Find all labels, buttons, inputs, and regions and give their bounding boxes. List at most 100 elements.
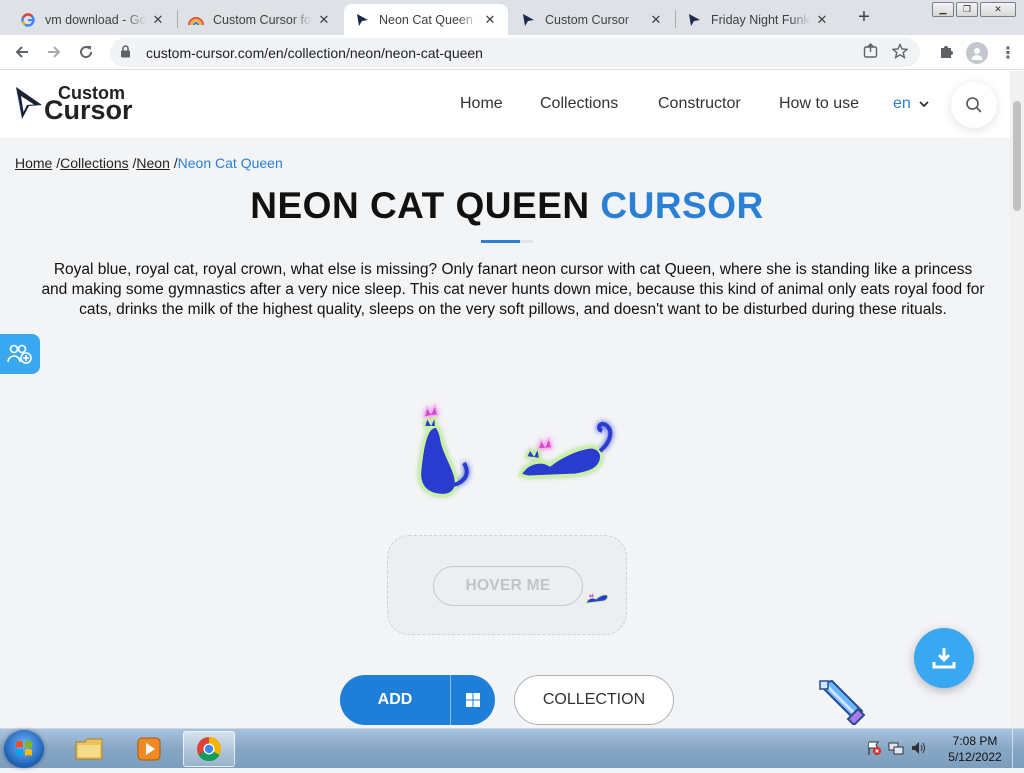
tab-title: Custom Cursor for [213, 12, 312, 27]
nav-collections-link[interactable]: Collections [540, 95, 618, 113]
download-button[interactable] [914, 628, 974, 688]
custom-cursor-rainbow-icon [188, 12, 204, 28]
start-button[interactable] [4, 730, 44, 768]
back-arrow-icon [15, 46, 28, 58]
breadcrumb: Home /Collections /Neon /Neon Cat Queen [15, 155, 283, 171]
breadcrumb-home-link[interactable]: Home [15, 155, 52, 171]
language-label: en [893, 95, 911, 112]
close-icon[interactable]: ✕ [814, 12, 830, 28]
scrollbar-thumb[interactable] [1013, 101, 1021, 211]
collection-button[interactable]: COLLECTION [514, 675, 674, 725]
title-underline [481, 240, 533, 243]
taskbar-clock[interactable]: 7:08 PM 5/12/2022 [940, 733, 1010, 765]
custom-cursor-arrow-icon [354, 12, 370, 28]
reload-icon [80, 46, 93, 59]
window-controls: ▁ ❐ ✕ [932, 2, 1016, 17]
tab-title: Neon Cat Queen c [379, 12, 478, 27]
taskbar-media-player[interactable] [123, 731, 175, 767]
custom-cursor-arrow-icon [686, 12, 702, 28]
taskbar-chrome[interactable] [183, 731, 235, 767]
forward-button[interactable] [38, 37, 70, 67]
page-title-main: NEON CAT QUEEN [250, 185, 590, 226]
close-icon[interactable]: ✕ [648, 12, 664, 28]
search-icon [966, 97, 982, 113]
chevron-down-icon [919, 101, 929, 108]
new-tab-button[interactable]: + [852, 6, 876, 30]
page-title: NEON CAT QUEEN CURSOR [0, 185, 1010, 227]
tab-custom-cursor[interactable]: Custom Cursor ✕ [510, 4, 674, 35]
nav-constructor-link[interactable]: Constructor [658, 95, 741, 113]
logo-arrow-icon [16, 87, 42, 119]
windows-taskbar: 7:08 PM 5/12/2022 [0, 728, 1024, 769]
users-add-icon [7, 344, 32, 364]
url-text: custom-cursor.com/en/collection/neon/neo… [146, 44, 483, 61]
breadcrumb-current: Neon Cat Queen [177, 155, 283, 171]
clock-date: 5/12/2022 [948, 750, 1002, 764]
page-scrollbar[interactable] [1010, 71, 1024, 728]
pixel-sword-cursor-icon [818, 679, 868, 728]
tab-title: vm download - Goo [45, 12, 146, 27]
close-icon[interactable]: ✕ [316, 12, 332, 28]
extensions-puzzle-icon[interactable] [938, 43, 954, 63]
address-bar[interactable]: custom-cursor.com/en/collection/neon/neo… [110, 38, 920, 67]
bookmark-star-icon[interactable] [891, 42, 909, 63]
site-header: Custom Cursor Home Collections Construct… [0, 71, 1010, 138]
back-button[interactable] [6, 37, 38, 67]
reload-button[interactable] [70, 37, 102, 67]
action-center-flag-icon[interactable] [866, 740, 882, 759]
close-icon[interactable]: ✕ [482, 12, 498, 28]
breadcrumb-neon-link[interactable]: Neon [136, 155, 169, 171]
share-icon[interactable] [863, 43, 878, 62]
folder-icon [75, 738, 103, 760]
profile-avatar[interactable] [966, 41, 988, 64]
close-icon[interactable]: ✕ [150, 12, 166, 28]
site-logo[interactable]: Custom Cursor [14, 83, 136, 125]
menu-kebab-icon[interactable]: ⋮ [1000, 43, 1016, 63]
clock-time: 7:08 PM [952, 734, 998, 748]
windows-start-logo-icon [16, 741, 32, 756]
close-window-button[interactable]: ✕ [980, 2, 1016, 17]
windows-logo-icon [466, 693, 480, 707]
breadcrumb-collections-link[interactable]: Collections [60, 155, 128, 171]
show-desktop-button[interactable] [1012, 729, 1024, 769]
restore-button[interactable]: ❐ [956, 2, 978, 17]
media-player-icon [137, 737, 161, 761]
logo-text-bottom: Cursor [44, 95, 133, 125]
network-icon[interactable] [888, 740, 904, 759]
minimize-button[interactable]: ▁ [932, 2, 954, 17]
tab-neon-cat-queen[interactable]: Neon Cat Queen c ✕ [344, 4, 508, 35]
tab-strip: vm download - Goo ✕ Custom Cursor for ✕ … [0, 0, 1024, 35]
chrome-icon [197, 737, 222, 762]
lock-icon [120, 44, 134, 61]
tab-title: Friday Night Funkin [711, 12, 810, 27]
system-tray [866, 729, 926, 769]
hover-me-button[interactable]: HOVER ME [433, 566, 583, 606]
cursor-preview-images [400, 391, 640, 516]
side-community-button[interactable] [0, 334, 40, 374]
tab-friday-night-funkin[interactable]: Friday Night Funkin ✕ [676, 4, 840, 35]
nav-how-to-use-link[interactable]: How to use [779, 95, 859, 113]
tab-vm-download[interactable]: vm download - Goo ✕ [10, 4, 176, 35]
language-selector[interactable]: en [893, 95, 929, 113]
person-icon [971, 47, 983, 60]
volume-icon[interactable] [910, 740, 926, 759]
page-title-accent: CURSOR [600, 185, 764, 226]
neon-cat-queen-cursor-image [418, 402, 613, 497]
page-content: Custom Cursor Home Collections Construct… [0, 71, 1010, 728]
cursor-description: Royal blue, royal cat, royal crown, what… [41, 261, 985, 318]
forward-arrow-icon [48, 46, 61, 58]
mini-cat-cursor-icon [585, 593, 609, 604]
google-icon [20, 12, 36, 28]
add-button[interactable]: ADD [340, 675, 450, 725]
nav-home-link[interactable]: Home [460, 95, 503, 113]
tab-custom-cursor-for[interactable]: Custom Cursor for ✕ [178, 4, 342, 35]
custom-cursor-arrow-icon [520, 12, 536, 28]
add-cursor-button-group: ADD [340, 675, 495, 725]
browser-window: vm download - Goo ✕ Custom Cursor for ✕ … [0, 0, 1024, 728]
tab-title: Custom Cursor [545, 12, 630, 27]
windows-add-button[interactable] [450, 675, 495, 725]
download-icon [932, 648, 956, 669]
taskbar-explorer[interactable] [63, 731, 115, 767]
hover-preview-area[interactable]: HOVER ME [387, 535, 627, 635]
search-button[interactable] [951, 82, 997, 128]
